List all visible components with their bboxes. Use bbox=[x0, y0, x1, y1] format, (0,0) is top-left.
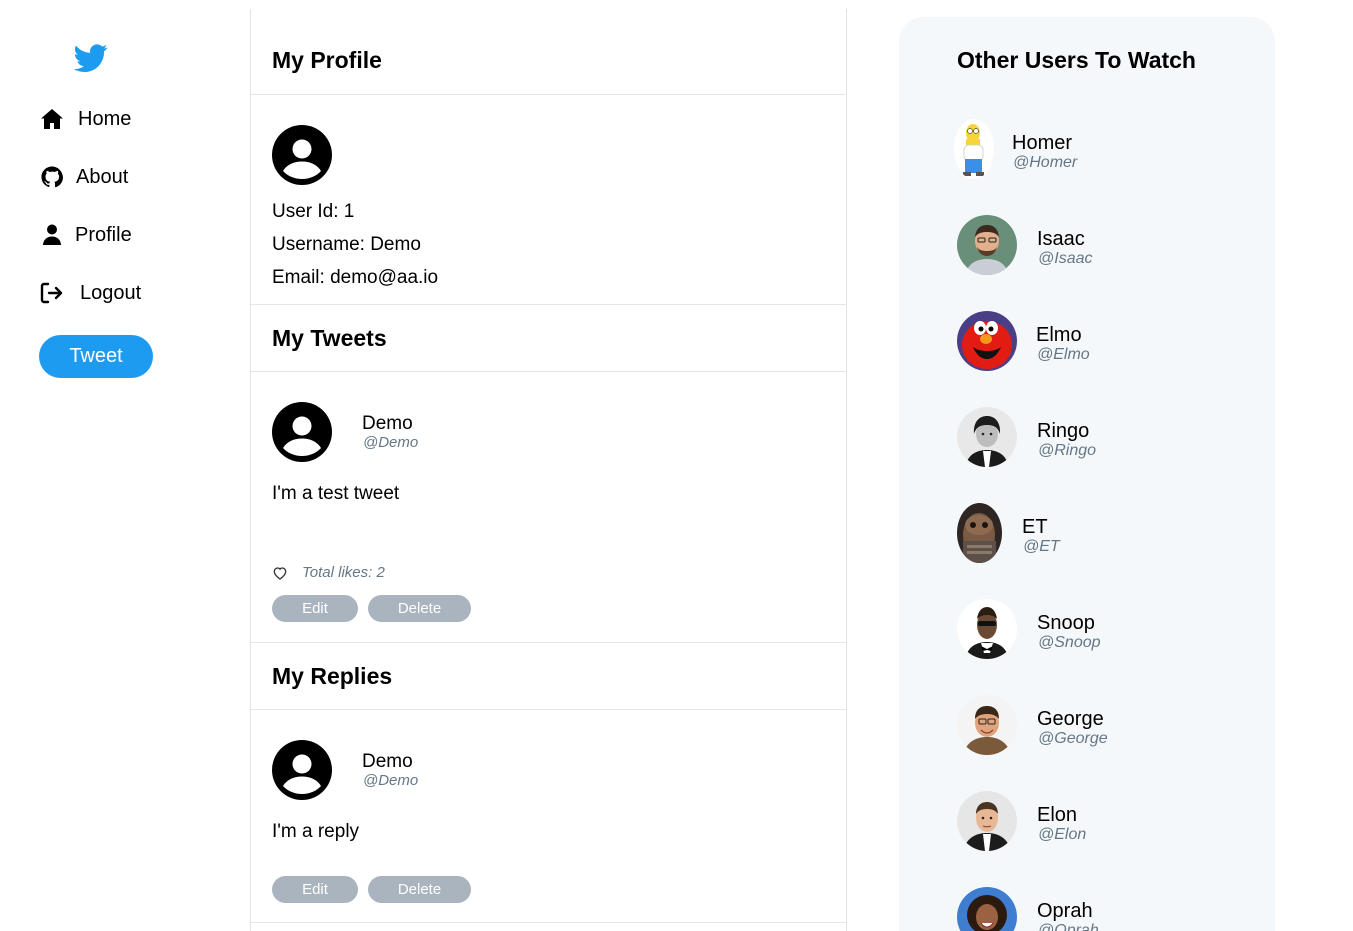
avatar bbox=[957, 599, 1017, 659]
user-item-snoop[interactable]: Snoop @Snoop bbox=[957, 599, 1257, 661]
user-handle: @Elmo bbox=[1037, 346, 1090, 363]
user-item-ringo[interactable]: Ringo @Ringo bbox=[957, 407, 1257, 469]
avatar bbox=[957, 695, 1017, 755]
avatar bbox=[957, 311, 1017, 371]
user-name: George bbox=[1037, 708, 1104, 730]
edit-button[interactable]: Edit bbox=[272, 876, 358, 903]
profile-username: Username: Demo bbox=[272, 234, 421, 255]
user-item-isaac[interactable]: Isaac @Isaac bbox=[957, 215, 1257, 277]
user-handle: @Ringo bbox=[1038, 442, 1097, 459]
nav-item-label: About bbox=[76, 165, 129, 188]
edit-button[interactable]: Edit bbox=[272, 595, 358, 622]
left-sidebar: Home About Profile Logout Tweet bbox=[0, 0, 250, 931]
tweet-content: I'm a test tweet bbox=[272, 483, 400, 504]
user-handle: @Elon bbox=[1038, 826, 1087, 843]
reply-author-name: Demo bbox=[362, 751, 413, 772]
user-handle: @Oprah bbox=[1038, 922, 1099, 931]
heart-icon[interactable] bbox=[272, 565, 288, 581]
tweet-author-handle: @Demo bbox=[363, 434, 419, 451]
profile-title: My Profile bbox=[272, 47, 382, 73]
user-handle: @George bbox=[1038, 730, 1108, 747]
user-name: Isaac bbox=[1037, 228, 1085, 250]
avatar bbox=[957, 887, 1017, 931]
users-to-watch-title: Other Users To Watch bbox=[957, 47, 1196, 73]
tweet-author-name: Demo bbox=[362, 413, 413, 434]
avatar bbox=[957, 407, 1017, 467]
likes-count: Total likes: 2 bbox=[302, 564, 385, 581]
user-name: Elon bbox=[1037, 804, 1078, 826]
user-handle: @Snoop bbox=[1038, 634, 1101, 651]
reply-content: I'm a reply bbox=[272, 821, 360, 842]
tweets-header: My Tweets bbox=[251, 305, 846, 372]
nav-item-about[interactable]: About bbox=[40, 161, 128, 193]
replies-title: My Replies bbox=[272, 663, 393, 689]
twitter-logo-icon[interactable] bbox=[73, 41, 109, 75]
nav-item-label: Home bbox=[78, 107, 132, 130]
users-to-watch-panel: Other Users To Watch Homer @Homer Isaac bbox=[899, 17, 1275, 931]
user-name: Homer bbox=[1012, 132, 1073, 154]
avatar bbox=[957, 503, 1002, 563]
nav-item-profile[interactable]: Profile bbox=[40, 219, 132, 251]
nav-item-home[interactable]: Home bbox=[40, 103, 131, 135]
divider bbox=[251, 922, 846, 923]
github-icon bbox=[40, 165, 64, 189]
profile-user-id: User Id: 1 bbox=[272, 201, 355, 222]
nav-item-label: Profile bbox=[75, 223, 132, 246]
user-name: Snoop bbox=[1037, 612, 1095, 634]
default-avatar-icon bbox=[272, 402, 332, 462]
profile-email: Email: demo@aa.io bbox=[272, 267, 439, 288]
delete-button[interactable]: Delete bbox=[368, 876, 471, 903]
user-item-george[interactable]: George @George bbox=[957, 695, 1257, 757]
reply-author-handle: @Demo bbox=[363, 772, 419, 789]
main-column: My Profile User Id: 1 Username: Demo Ema… bbox=[250, 9, 847, 931]
default-avatar-icon bbox=[272, 125, 332, 185]
delete-button[interactable]: Delete bbox=[368, 595, 471, 622]
tweets-title: My Tweets bbox=[272, 325, 387, 351]
user-item-elmo[interactable]: Elmo @Elmo bbox=[957, 311, 1257, 373]
default-avatar-icon bbox=[272, 740, 332, 800]
nav-item-label: Logout bbox=[80, 281, 142, 304]
user-item-homer[interactable]: Homer @Homer bbox=[954, 119, 1257, 181]
avatar bbox=[957, 215, 1017, 275]
tweet-button[interactable]: Tweet bbox=[39, 335, 153, 378]
user-icon bbox=[40, 223, 64, 247]
home-icon bbox=[40, 107, 64, 131]
nav-item-logout[interactable]: Logout bbox=[40, 277, 141, 309]
user-handle: @Isaac bbox=[1038, 250, 1093, 267]
user-handle: @ET bbox=[1023, 538, 1060, 555]
user-item-elon[interactable]: Elon @Elon bbox=[957, 791, 1257, 853]
replies-header: My Replies bbox=[251, 643, 846, 710]
avatar bbox=[957, 791, 1017, 851]
user-name: Ringo bbox=[1037, 420, 1090, 442]
user-name: ET bbox=[1022, 516, 1048, 538]
user-name: Elmo bbox=[1036, 324, 1082, 346]
tweet-likes: Total likes: 2 bbox=[272, 564, 385, 581]
profile-header: My Profile bbox=[251, 9, 846, 95]
avatar bbox=[954, 119, 994, 179]
logout-icon bbox=[40, 281, 64, 305]
user-item-et[interactable]: ET @ET bbox=[957, 503, 1257, 565]
user-name: Oprah bbox=[1037, 900, 1093, 922]
user-handle: @Homer bbox=[1013, 154, 1078, 171]
user-item-oprah[interactable]: Oprah @Oprah bbox=[957, 887, 1257, 931]
